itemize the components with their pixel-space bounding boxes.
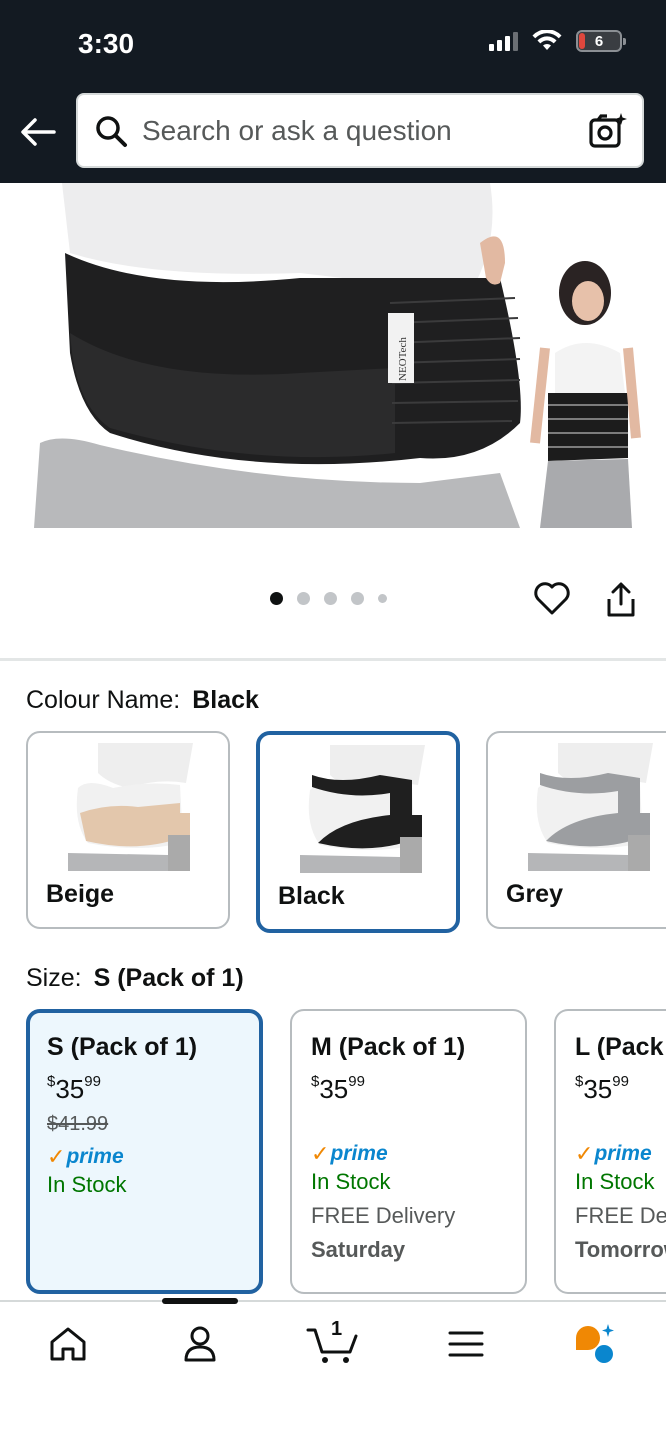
app-header: 3:30 6 Search or ask a question [0, 0, 666, 183]
prime-check-icon: ✓ [575, 1141, 594, 1166]
section-divider [0, 658, 666, 661]
size-selected-value: S (Pack of 1) [93, 964, 244, 992]
wifi-icon [532, 30, 562, 50]
delivery-day: Saturday [311, 1237, 406, 1262]
stock-status: In Stock [311, 1169, 391, 1194]
home-icon[interactable] [46, 1322, 90, 1366]
size-option-price: $3599 [47, 1073, 101, 1104]
prime-badge: ✓ prime [47, 1144, 124, 1169]
swatch-image [68, 743, 193, 871]
status-icons: 6 [489, 30, 626, 52]
carousel-dot[interactable] [324, 592, 337, 605]
delivery-text: FREE Delivery [575, 1203, 666, 1228]
size-label-row: Size: S (Pack of 1) [26, 964, 244, 993]
status-time: 3:30 [78, 28, 135, 59]
active-tab-indicator [162, 1298, 238, 1304]
share-icon[interactable] [604, 582, 638, 618]
back-button[interactable] [18, 112, 58, 152]
size-option-price: $3599 [575, 1073, 629, 1104]
stock-status: In Stock [575, 1169, 655, 1194]
search-input[interactable]: Search or ask a question [142, 115, 588, 147]
menu-icon[interactable] [444, 1322, 488, 1366]
back-arrow-icon [21, 118, 56, 146]
account-icon[interactable] [178, 1322, 222, 1366]
search-bar[interactable]: Search or ask a question [76, 93, 644, 168]
carousel-dot[interactable] [378, 594, 387, 603]
size-option-l[interactable]: L (Pack of 1) $3599 ✓prime In Stock FREE… [554, 1009, 666, 1294]
size-label: Size: [26, 964, 82, 992]
size-option-s[interactable]: S (Pack of 1) $3599 $41.99 ✓ prime In Sto… [26, 1009, 263, 1294]
wishlist-heart-icon[interactable] [533, 580, 571, 616]
size-option-name: M (Pack of 1) [311, 1033, 466, 1061]
colour-label: Colour Name: [26, 686, 181, 714]
product-image[interactable]: NEOTech [0, 183, 666, 528]
stock-status: In Stock [47, 1172, 127, 1197]
colour-option-name: Black [278, 882, 345, 910]
size-option-m[interactable]: M (Pack of 1) $3599 ✓ prime In Stock FREE… [290, 1009, 527, 1294]
search-icon [96, 115, 127, 147]
carousel-dot[interactable] [297, 592, 310, 605]
size-option-price: $3599 [311, 1073, 365, 1104]
battery-icon: 6 [576, 30, 626, 52]
colour-selected-value: Black [192, 686, 259, 714]
product-photo: NEOTech [34, 183, 641, 528]
size-option-name: L (Pack of 1) [575, 1033, 666, 1061]
list-price: $41.99 [47, 1113, 109, 1135]
product-brand-label: NEOTech [397, 337, 409, 381]
swatch-image [528, 743, 653, 871]
carousel-dot[interactable] [270, 592, 283, 605]
rufus-icon[interactable] [572, 1322, 616, 1366]
colour-option-name: Grey [506, 880, 563, 908]
cart-button[interactable]: 1 [306, 1318, 362, 1366]
battery-level: 6 [594, 32, 604, 50]
prime-badge: ✓ prime [311, 1141, 388, 1166]
image-carousel-dots[interactable] [270, 592, 387, 605]
bottom-nav: 1 [0, 1298, 666, 1440]
size-option-name: S (Pack of 1) [47, 1033, 198, 1061]
delivery-text: FREE Delivery [311, 1203, 456, 1228]
cart-count: 1 [331, 1318, 343, 1340]
camera-search-icon[interactable] [588, 111, 628, 151]
colour-option-grey[interactable]: Grey [486, 731, 666, 929]
carousel-dot[interactable] [351, 592, 364, 605]
cell-signal-icon [489, 31, 518, 51]
prime-check-icon: ✓ [47, 1144, 66, 1169]
swatch-image [300, 745, 425, 873]
colour-label-row: Colour Name: Black [26, 686, 259, 715]
prime-badge: ✓ prime [575, 1141, 652, 1166]
delivery-day: Tomorrow [575, 1237, 666, 1262]
colour-option-black[interactable]: Black [256, 731, 460, 933]
colour-option-name: Beige [46, 880, 115, 908]
prime-check-icon: ✓ [311, 1141, 330, 1166]
colour-option-beige[interactable]: Beige [26, 731, 230, 929]
